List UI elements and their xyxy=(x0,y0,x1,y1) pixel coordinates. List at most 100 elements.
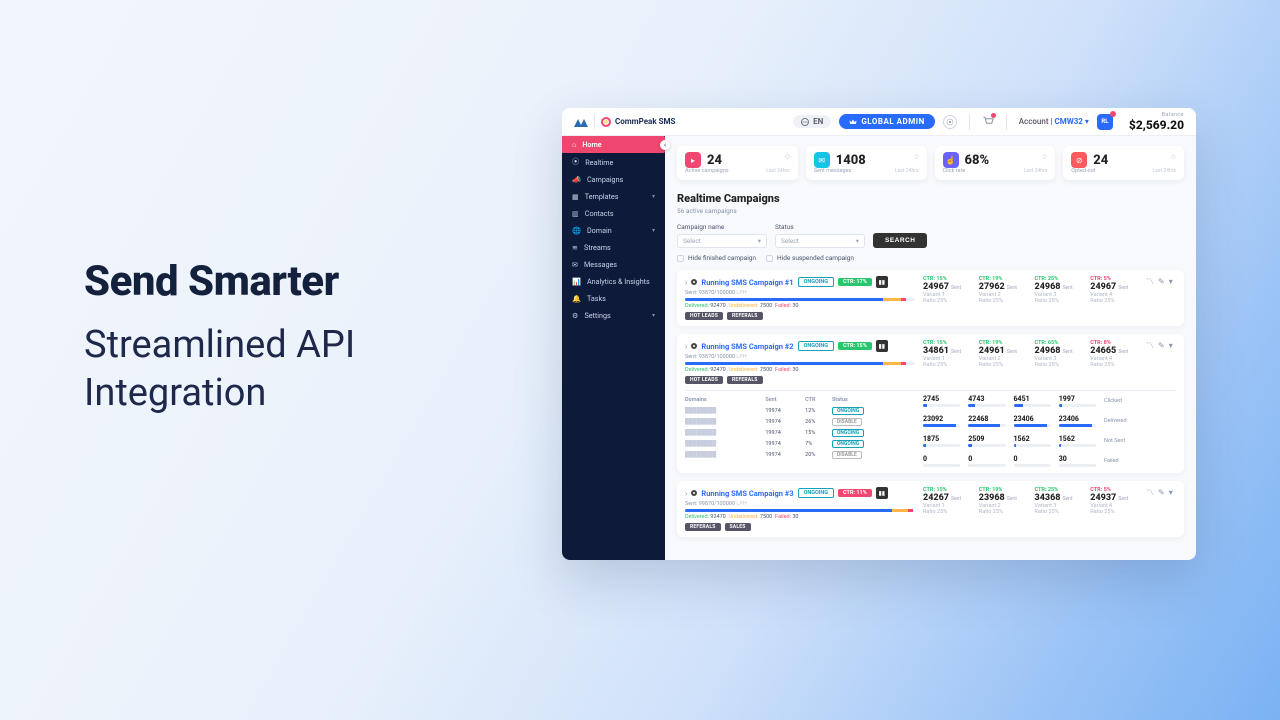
chevron-right-icon[interactable]: › xyxy=(685,278,687,287)
gear-icon[interactable] xyxy=(912,152,921,161)
domain-status-badge[interactable]: ONGOING xyxy=(832,429,864,437)
section-heading: Realtime Campaigns xyxy=(677,192,1184,205)
chevron-down-icon[interactable]: ▾ xyxy=(1169,341,1173,350)
sidebar-item-domain[interactable]: 🌐 Domain ▾ xyxy=(562,222,665,239)
variant-value: 34861 xyxy=(923,346,949,356)
variant-value: 24967 xyxy=(1090,282,1116,292)
kpi-opted-out: ⊘ 24 Opted-out Last 24hrs xyxy=(1063,146,1184,180)
domain-status-badge[interactable]: DISABLE xyxy=(832,418,862,426)
sidebar: ‹ ⌂ Home ⦿ Realtime 📣 Campaigns ▦ Templa… xyxy=(562,136,665,560)
pin-icon[interactable] xyxy=(690,342,698,350)
variant-cell: CTR: 25% 24968Sent Variant 3Ratio 25% xyxy=(1035,276,1083,304)
chevron-down-icon[interactable]: ▾ xyxy=(1169,488,1173,497)
variant-cell: CTR: 5% 24967Sent Variant 4Ratio 25% xyxy=(1090,276,1138,304)
campaign-icon: ▸ xyxy=(685,152,701,168)
metric-cell: 0 xyxy=(923,455,960,467)
globe-icon xyxy=(801,118,809,126)
balance: Balance $2,569.20 xyxy=(1129,112,1184,132)
variant-cell: CTR: 15% 34861Sent Variant 1Ratio 25% xyxy=(923,340,971,368)
metric-row-label: Not Sent xyxy=(1104,435,1138,447)
top-bar: CommPeak SMS EN GLOBAL ADMIN Account | C… xyxy=(562,108,1196,136)
domain-status-badge[interactable]: DISABLE xyxy=(832,451,862,459)
sidebar-item-templates[interactable]: ▦ Templates ▾ xyxy=(562,188,665,205)
contacts-icon: ▥ xyxy=(572,209,579,218)
status-badge: ONGOING xyxy=(798,277,834,287)
pin-icon[interactable] xyxy=(690,278,698,286)
campaign-link[interactable]: Running SMS Campaign #3 xyxy=(701,489,793,498)
sidebar-item-settings[interactable]: ⚙ Settings ▾ xyxy=(562,307,665,324)
kpi-sent-messages: ✉ 1408 Sent messages Last 24hrs xyxy=(806,146,927,180)
metric-row-label: Delivered xyxy=(1104,415,1138,427)
cart-button[interactable] xyxy=(982,115,994,129)
variant-cell: CTR: 19% 23968Sent Variant 2Ratio 25% xyxy=(979,487,1027,515)
sidebar-item-realtime[interactable]: ⦿ Realtime xyxy=(562,153,665,171)
status-badge: ONGOING xyxy=(798,488,834,498)
global-admin-button[interactable]: GLOBAL ADMIN xyxy=(839,114,934,129)
domain-status-badge[interactable]: ONGOING xyxy=(832,440,864,448)
variant-value: 24267 xyxy=(923,493,949,503)
avatar[interactable]: RL xyxy=(1097,114,1113,130)
variant-value: 24665 xyxy=(1090,346,1116,356)
search-button[interactable]: SEARCH xyxy=(873,233,927,248)
edit-icon[interactable]: ✎ xyxy=(1158,341,1165,350)
gear-icon[interactable] xyxy=(1169,152,1178,161)
crown-icon xyxy=(849,118,857,126)
sidebar-item-campaigns[interactable]: 📣 Campaigns xyxy=(562,171,665,188)
pause-button[interactable]: ▮▮ xyxy=(876,340,888,352)
variant-cell: CTR: 65% 24968Sent Variant 3Ratio 25% xyxy=(1035,340,1083,368)
campaign-link[interactable]: Running SMS Campaign #2 xyxy=(701,342,793,351)
sms-icon xyxy=(601,117,611,127)
table-row: ████████199747%ONGOING xyxy=(685,438,915,449)
campaign-name-select[interactable]: Select▾ xyxy=(677,234,767,248)
metric-cell: 1997 xyxy=(1059,395,1096,407)
help-icon[interactable] xyxy=(943,115,957,129)
chevron-down-icon: ▾ xyxy=(652,227,655,234)
edit-icon[interactable]: ✎ xyxy=(1158,488,1165,497)
variant-value: 24937 xyxy=(1090,493,1116,503)
sidebar-item-messages[interactable]: ✉ Messages xyxy=(562,256,665,273)
pause-button[interactable]: ▮▮ xyxy=(876,487,888,499)
metric-cell: 1562 xyxy=(1059,435,1096,447)
variant-value: 34368 xyxy=(1035,493,1061,503)
marketing-hero: Send Smarter Streamlined API Integration xyxy=(84,260,355,417)
metric-cell: 0 xyxy=(1014,455,1051,467)
metric-cell: 23406 xyxy=(1059,415,1096,427)
sidebar-item-streams[interactable]: ≋ Streams xyxy=(562,239,665,256)
sidebar-item-home[interactable]: ⌂ Home xyxy=(562,136,665,153)
chart-icon[interactable]: 〽 xyxy=(1146,487,1154,498)
chevron-down-icon[interactable]: ▾ xyxy=(1169,277,1173,286)
sidebar-item-contacts[interactable]: ▥ Contacts xyxy=(562,205,665,222)
metric-cell: 0 xyxy=(968,455,1005,467)
metric-cell: 6451 xyxy=(1014,395,1051,407)
variant-value: 24968 xyxy=(1035,346,1061,356)
status-badge: ONGOING xyxy=(798,341,834,351)
metric-cell: 23406 xyxy=(1014,415,1051,427)
chevron-right-icon[interactable]: › xyxy=(685,342,687,351)
gear-icon[interactable] xyxy=(1040,152,1049,161)
hide-suspended-checkbox[interactable]: Hide suspended campaign xyxy=(766,254,854,262)
language-switcher[interactable]: EN xyxy=(793,115,831,128)
metric-cell: 22468 xyxy=(968,415,1005,427)
metric-cell: 2745 xyxy=(923,395,960,407)
pause-button[interactable]: ▮▮ xyxy=(876,276,888,288)
commpeak-logo-icon xyxy=(574,117,588,127)
domain-status-badge[interactable]: ONGOING xyxy=(832,407,864,415)
kpi-active-campaigns: ▸ 24 Active campaigns Last 24hrs xyxy=(677,146,798,180)
section-subheading: 56 active campaigns xyxy=(677,207,1184,215)
chart-icon[interactable]: 〽 xyxy=(1146,340,1154,351)
variant-cell: CTR: 15% 24967Sent Variant 1Ratio 25% xyxy=(923,276,971,304)
account-switcher[interactable]: Account | CMW32 ▾ xyxy=(1019,117,1089,126)
sidebar-item-tasks[interactable]: 🔔 Tasks xyxy=(562,290,665,307)
campaign-status-select[interactable]: Select▾ xyxy=(775,234,865,248)
chart-icon[interactable]: 〽 xyxy=(1146,276,1154,287)
table-row: ████████1997415%ONGOING xyxy=(685,427,915,438)
edit-icon[interactable]: ✎ xyxy=(1158,277,1165,286)
chevron-right-icon[interactable]: › xyxy=(685,489,687,498)
campaign-link[interactable]: Running SMS Campaign #1 xyxy=(701,278,793,287)
sidebar-item-analytics[interactable]: 📊 Analytics & Insights xyxy=(562,273,665,290)
gear-icon[interactable] xyxy=(783,152,792,161)
pin-icon[interactable] xyxy=(690,489,698,497)
hide-finished-checkbox[interactable]: Hide finished campaign xyxy=(677,254,756,262)
tag: REFERALS xyxy=(727,312,763,320)
chevron-down-icon: ▾ xyxy=(1085,117,1089,126)
